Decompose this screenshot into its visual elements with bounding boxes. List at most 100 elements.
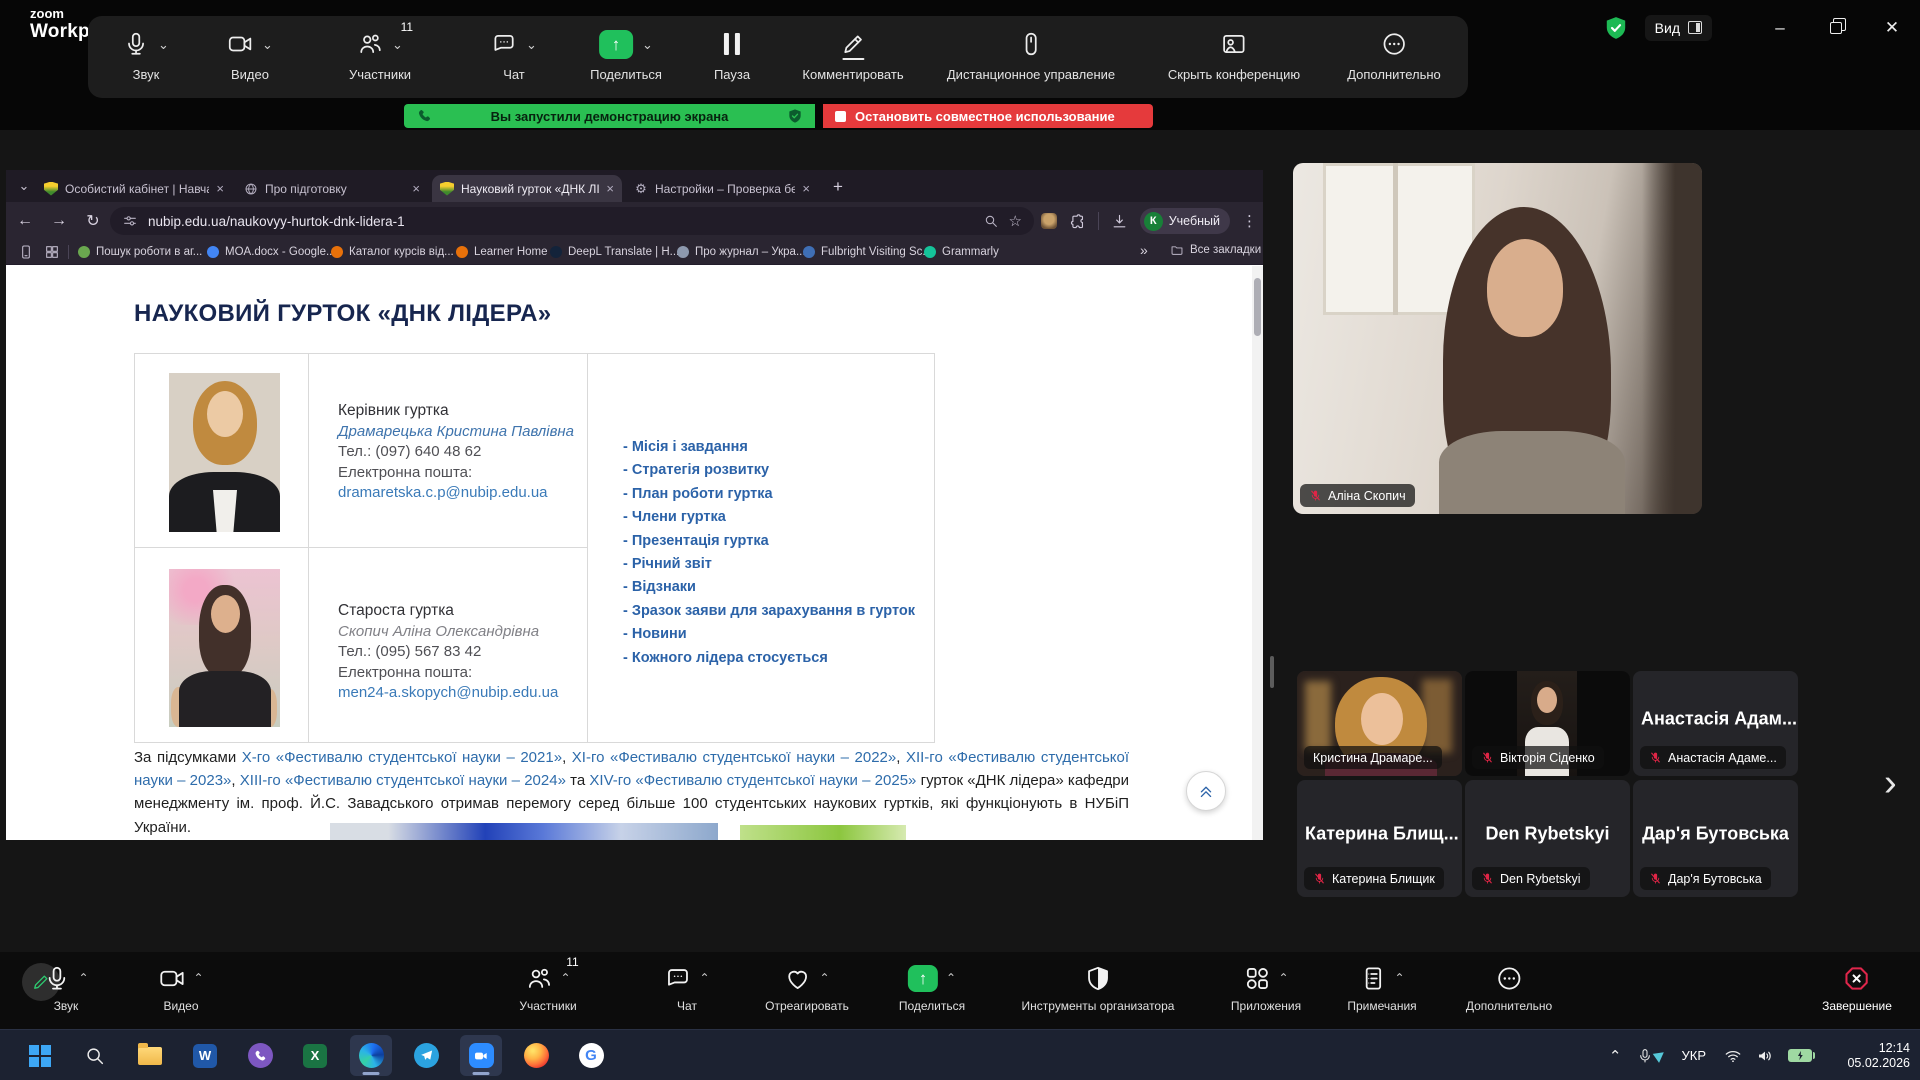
tab-search-chevron-icon[interactable]: ⌄ bbox=[14, 176, 34, 196]
firefox-icon[interactable] bbox=[515, 1035, 557, 1076]
all-bookmarks-button[interactable]: Все закладки bbox=[1170, 243, 1261, 257]
bookmark-item[interactable]: Learner Home bbox=[456, 243, 548, 261]
annotate-button[interactable]: Комментировать bbox=[802, 26, 903, 82]
chevron-icon[interactable]: ⌄ bbox=[526, 38, 537, 51]
page-link[interactable]: - Новини bbox=[623, 623, 915, 646]
page-link[interactable]: - Презентація гуртка bbox=[623, 530, 915, 553]
chrome-icon[interactable]: G bbox=[570, 1035, 612, 1076]
browser-tab-2[interactable]: Про підготовку× bbox=[236, 175, 428, 202]
apps-grid-icon[interactable] bbox=[44, 244, 60, 260]
footer-link[interactable]: ХІV-го «Фестивалю студентської науки – 2… bbox=[589, 772, 916, 789]
minimize-button[interactable]: – bbox=[1752, 6, 1808, 50]
browser-profile-button[interactable]: К Учебный bbox=[1140, 208, 1230, 234]
close-tab-icon[interactable]: × bbox=[606, 181, 614, 196]
browser-tab-1[interactable]: Особистий кабінет | Навчальн× bbox=[36, 175, 232, 202]
page-link[interactable]: - Стратегія розвитку bbox=[623, 459, 915, 482]
chevron-icon[interactable]: ⌄ bbox=[392, 38, 403, 51]
bookmark-item[interactable]: Fulbright Visiting Sc... bbox=[803, 243, 932, 261]
battery-icon[interactable] bbox=[1788, 1049, 1812, 1062]
gallery-next-button[interactable]: › bbox=[1884, 764, 1897, 802]
view-button[interactable]: Вид bbox=[1645, 15, 1712, 41]
edge-browser-icon[interactable] bbox=[350, 1035, 392, 1076]
word-icon[interactable]: W bbox=[184, 1035, 226, 1076]
leader-email-link[interactable]: dramaretska.c.p@nubip.edu.ua bbox=[338, 483, 574, 504]
close-tab-icon[interactable]: × bbox=[412, 181, 420, 196]
chevron-icon[interactable]: ⌃ bbox=[560, 972, 570, 984]
chat-button[interactable]: ⌄Чат bbox=[491, 26, 537, 82]
page-link[interactable]: - Місія і завдання bbox=[623, 436, 915, 459]
close-tab-icon[interactable]: × bbox=[216, 181, 224, 196]
chevron-icon[interactable]: ⌃ bbox=[1394, 972, 1404, 984]
security-shield-icon[interactable] bbox=[1603, 15, 1629, 41]
audio-button[interactable]: ⌃Звук bbox=[43, 961, 88, 1013]
pause-share-button[interactable]: Пауза bbox=[714, 26, 750, 82]
bookmark-item[interactable]: Про журнал – Укра... bbox=[677, 243, 806, 261]
new-tab-button[interactable]: + bbox=[826, 175, 850, 199]
bookmark-star-icon[interactable]: ☆ bbox=[1009, 212, 1022, 230]
chat-button[interactable]: ⌃Чат bbox=[664, 961, 709, 1013]
participant-tile[interactable]: Den RybetskyiDen Rybetskyi bbox=[1465, 780, 1630, 897]
bookmark-item[interactable]: Пошук роботи в аг... bbox=[78, 243, 202, 261]
footer-link[interactable]: ХІІІ-го «Фестивалю студентської науки – … bbox=[240, 772, 566, 789]
video-button[interactable]: ⌃Видео bbox=[158, 961, 203, 1013]
participant-tile[interactable]: Катерина Блищ...Катерина Блищик bbox=[1297, 780, 1462, 897]
file-explorer-icon[interactable] bbox=[129, 1035, 171, 1076]
notes-button[interactable]: ⌃Примечания bbox=[1347, 961, 1416, 1013]
viber-icon[interactable] bbox=[239, 1035, 281, 1076]
share-button[interactable]: ↑⌃Поделиться bbox=[899, 961, 965, 1013]
chevron-icon[interactable]: ⌃ bbox=[819, 972, 829, 984]
participant-tile[interactable]: Вікторія Сіденко bbox=[1465, 671, 1630, 776]
page-link[interactable]: - Члени гуртка bbox=[623, 506, 915, 529]
taskbar-clock[interactable]: 12:14 05.02.2026 bbox=[1830, 1041, 1910, 1071]
page-link[interactable]: - Зразок заяви для зарахування в гурток bbox=[623, 600, 915, 623]
chevron-icon[interactable]: ⌃ bbox=[699, 972, 709, 984]
extensions-puzzle-icon[interactable] bbox=[1069, 213, 1086, 230]
page-link[interactable]: - Кожного лідера стосується bbox=[623, 647, 915, 670]
hidden-icons-chevron[interactable]: ⌃ bbox=[1609, 1047, 1622, 1065]
more-button[interactable]: Дополнительно bbox=[1347, 26, 1441, 82]
remote-control-button[interactable]: Дистанционное управление bbox=[947, 26, 1115, 82]
footer-link[interactable]: ХІ-го «Фестивалю студентської науки – 20… bbox=[572, 749, 896, 766]
browser-tab-3[interactable]: Науковий гурток «ДНК ЛІДЕРА× bbox=[432, 175, 622, 202]
more-button[interactable]: Дополнительно bbox=[1466, 961, 1552, 1013]
language-indicator[interactable]: УКР bbox=[1681, 1048, 1706, 1063]
stop-share-button[interactable]: Остановить совместное использование bbox=[823, 104, 1153, 128]
scroll-to-top-button[interactable] bbox=[1186, 771, 1226, 811]
excel-icon[interactable]: X bbox=[294, 1035, 336, 1076]
taskbar-search-button[interactable] bbox=[74, 1035, 116, 1076]
chevron-icon[interactable]: ⌄ bbox=[262, 38, 273, 51]
search-in-address-icon[interactable] bbox=[983, 213, 999, 229]
footer-link[interactable]: Х-го «Фестивалю студентської науки – 202… bbox=[242, 749, 562, 766]
panel-resize-handle[interactable] bbox=[1270, 656, 1274, 688]
extension-owl-icon[interactable] bbox=[1041, 213, 1057, 229]
reactions-button[interactable]: ⌃Отреагировать bbox=[765, 961, 849, 1013]
chevron-icon[interactable]: ⌃ bbox=[78, 972, 88, 984]
close-button[interactable]: ✕ bbox=[1864, 6, 1920, 50]
share-button[interactable]: ↑⌄Поделиться bbox=[590, 26, 662, 82]
forward-button[interactable]: → bbox=[44, 206, 74, 236]
page-link[interactable]: - Річний звіт bbox=[623, 553, 915, 576]
bookmark-item[interactable]: DeepL Translate | H... bbox=[550, 243, 679, 261]
page-scrollbar[interactable] bbox=[1252, 266, 1263, 840]
participant-tile[interactable]: Дар'я БутовськаДар'я Бутовська bbox=[1633, 780, 1798, 897]
site-settings-icon[interactable] bbox=[122, 213, 138, 229]
close-tab-icon[interactable]: × bbox=[802, 181, 810, 196]
apps-button[interactable]: ⌃Приложения bbox=[1231, 961, 1301, 1013]
tray-cursor-icon[interactable] bbox=[1653, 1048, 1668, 1063]
zoom-app-icon[interactable] bbox=[460, 1035, 502, 1076]
main-speaker-tile[interactable]: Аліна Скопич bbox=[1293, 163, 1702, 514]
reload-button[interactable]: ↻ bbox=[78, 206, 108, 236]
address-bar[interactable]: nubip.edu.ua/naukovyy-hurtok-dnk-lidera-… bbox=[110, 207, 1034, 235]
downloads-icon[interactable] bbox=[1111, 213, 1128, 230]
starosta-email-link[interactable]: men24-a.skopych@nubip.edu.ua bbox=[338, 683, 558, 704]
device-tab-icon[interactable] bbox=[18, 244, 34, 260]
participant-tile[interactable]: Анастасія Адам...Анастасія Адаме... bbox=[1633, 671, 1798, 776]
bookmark-item[interactable]: Каталог курсів від... bbox=[331, 243, 454, 261]
participant-tile[interactable]: Кристина Драмаре... bbox=[1297, 671, 1462, 776]
browser-menu-icon[interactable]: ⋮ bbox=[1242, 212, 1257, 230]
video-button[interactable]: ⌄Видео bbox=[227, 26, 273, 82]
host-tools-button[interactable]: Инструменты организатора bbox=[1022, 961, 1175, 1013]
page-link[interactable]: - План роботи гуртка bbox=[623, 483, 915, 506]
chevron-icon[interactable]: ⌄ bbox=[158, 38, 169, 51]
participants-button[interactable]: 11⌄Участники bbox=[349, 26, 411, 82]
